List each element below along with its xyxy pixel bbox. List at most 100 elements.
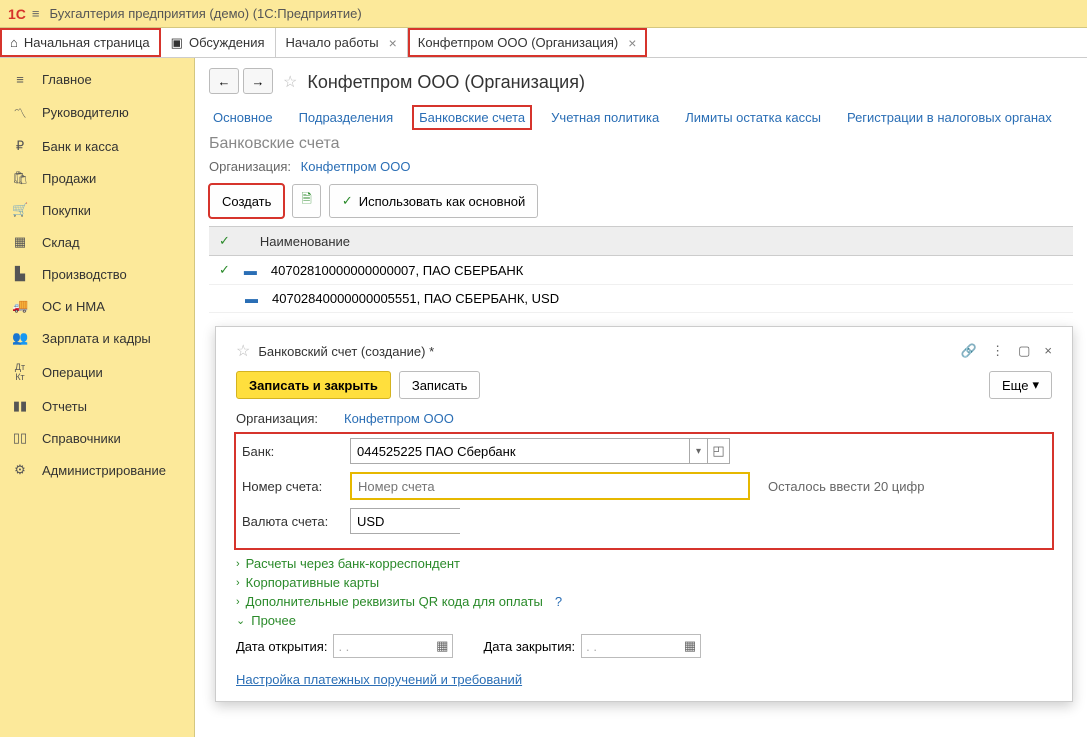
date-open-input[interactable]: . . ▦	[333, 634, 453, 658]
chevron-down-icon[interactable]: ▾	[689, 439, 707, 463]
sidebar-item-warehouse[interactable]: ▦Склад	[0, 226, 194, 258]
dialog-title: Банковский счет (создание) *	[258, 344, 434, 359]
sidebar-item-main[interactable]: ≡Главное	[0, 64, 194, 95]
subtab-tax-reg[interactable]: Регистрации в налоговых органах	[843, 108, 1056, 127]
home-icon: ⌂	[10, 35, 18, 50]
back-button[interactable]: ←	[209, 68, 239, 94]
item-icon: ▬	[245, 291, 258, 306]
tab-start[interactable]: Начало работы ×	[276, 28, 408, 57]
sidebar-label: Справочники	[42, 431, 121, 446]
calendar-icon[interactable]: ▦	[436, 638, 448, 654]
payment-settings-link[interactable]: Настройка платежных поручений и требован…	[236, 672, 522, 687]
sidebar-item-manager[interactable]: 〽Руководителю	[0, 95, 194, 130]
menu-icon: ≡	[12, 72, 28, 87]
app-title: Бухгалтерия предприятия (демо) (1С:Предп…	[50, 6, 362, 21]
bank-label: Банк:	[242, 444, 342, 459]
date-close-input[interactable]: . . ▦	[581, 634, 701, 658]
subtab-policy[interactable]: Учетная политика	[547, 108, 663, 127]
content: ← → ☆ Конфетпром ООО (Организация) Основ…	[195, 58, 1087, 737]
sidebar-label: Покупки	[42, 203, 91, 218]
sidebar-label: Операции	[42, 365, 103, 380]
save-button[interactable]: Записать	[399, 371, 481, 399]
btn-label: Записать и закрыть	[249, 378, 378, 393]
expander-correspondent[interactable]: › Расчеты через банк-корреспондент	[236, 556, 1052, 571]
sidebar-item-bank[interactable]: ₽Банк и касса	[0, 130, 194, 162]
chevron-right-icon: ›	[236, 596, 240, 608]
bars-icon: ▮▮	[12, 398, 28, 414]
org-value[interactable]: Конфетпром ООО	[344, 411, 454, 426]
bank-combo[interactable]: ▾ ◰	[350, 438, 730, 464]
more-icon[interactable]: ⋮	[991, 343, 1004, 359]
btn-label: Еще	[1002, 378, 1028, 393]
tab-label: Конфетпром ООО (Организация)	[418, 35, 619, 50]
row-text: 40702810000000000007, ПАО СБЕРБАНК	[271, 263, 523, 278]
more-button[interactable]: Еще▾	[989, 371, 1052, 399]
expander-cards[interactable]: ›Корпоративные карты	[236, 575, 1052, 590]
tab-discussions[interactable]: ▣ Обсуждения	[161, 28, 276, 57]
date-close-label: Дата закрытия:	[483, 639, 575, 654]
close-icon[interactable]: ×	[389, 35, 397, 51]
star-icon[interactable]: ☆	[236, 341, 250, 361]
table-row[interactable]: ▬ 40702840000000005551, ПАО СБЕРБАНК, US…	[209, 285, 1073, 313]
sidebar-item-production[interactable]: ▙Производство	[0, 258, 194, 290]
table-row[interactable]: ✓ ▬ 40702810000000000007, ПАО СБЕРБАНК	[209, 256, 1073, 285]
save-close-button[interactable]: Записать и закрыть	[236, 371, 391, 399]
calendar-icon[interactable]: ▦	[684, 638, 696, 654]
warehouse-icon: ▦	[12, 234, 28, 250]
sidebar-label: Отчеты	[42, 399, 87, 414]
date-placeholder: . .	[338, 639, 349, 654]
copy-button[interactable]: 🗎	[292, 184, 320, 218]
forward-button[interactable]: →	[243, 68, 273, 94]
sidebar-item-sales[interactable]: 🛍Продажи	[0, 162, 194, 194]
org-label: Организация:	[209, 159, 291, 174]
check-icon: ✓	[342, 193, 353, 209]
bank-input[interactable]	[351, 439, 689, 463]
sidebar-item-purchases[interactable]: 🛒Покупки	[0, 194, 194, 226]
sidebar-item-assets[interactable]: 🚚ОС и НМА	[0, 290, 194, 322]
factory-icon: ▙	[12, 266, 28, 282]
titlebar: 1C ≡ Бухгалтерия предприятия (демо) (1С:…	[0, 0, 1087, 28]
logo-1c: 1C	[8, 6, 26, 22]
create-button[interactable]: Создать	[209, 184, 284, 218]
currency-combo[interactable]	[350, 508, 460, 534]
link-icon[interactable]: 🔗	[961, 343, 977, 359]
table-header[interactable]: ✓ Наименование	[209, 227, 1073, 256]
subtab-main[interactable]: Основное	[209, 108, 277, 127]
tab-label: Начало работы	[286, 35, 379, 50]
account-input[interactable]	[350, 472, 750, 500]
subtab-divisions[interactable]: Подразделения	[295, 108, 398, 127]
sidebar-item-hr[interactable]: 👥Зарплата и кадры	[0, 322, 194, 354]
currency-input[interactable]	[351, 509, 539, 533]
sidebar-item-admin[interactable]: ⚙Администрирование	[0, 454, 194, 486]
account-hint: Осталось ввести 20 цифр	[768, 479, 924, 494]
subtab-bank-accounts[interactable]: Банковские счета	[415, 108, 529, 127]
check-icon: ✓	[219, 262, 230, 278]
org-value[interactable]: Конфетпром ООО	[301, 159, 411, 174]
star-icon[interactable]: ☆	[283, 72, 297, 92]
use-as-main-button[interactable]: ✓Использовать как основной	[329, 184, 538, 218]
close-icon[interactable]: ×	[628, 35, 636, 51]
hamburger-icon[interactable]: ≡	[32, 6, 40, 21]
sidebar-label: Зарплата и кадры	[42, 331, 151, 346]
sidebar-item-operations[interactable]: ДтКтОперации	[0, 354, 194, 390]
page-title: Конфетпром ООО (Организация)	[307, 72, 585, 93]
expand-icon[interactable]: ◰	[707, 439, 729, 463]
sidebar-item-directories[interactable]: ▯▯Справочники	[0, 422, 194, 454]
sidebar-item-reports[interactable]: ▮▮ Отчеты	[0, 390, 194, 422]
tab-org[interactable]: Конфетпром ООО (Организация) ×	[408, 28, 648, 57]
expander-qr[interactable]: ›Дополнительные реквизиты QR кода для оп…	[236, 594, 1052, 609]
help-icon[interactable]: ?	[555, 594, 562, 609]
accounts-table: ✓ Наименование ✓ ▬ 40702810000000000007,…	[209, 226, 1073, 313]
btn-label: Создать	[222, 194, 271, 209]
sidebar-label: Администрирование	[42, 463, 166, 478]
expander-label: Расчеты через банк-корреспондент	[246, 556, 460, 571]
tab-home[interactable]: ⌂ Начальная страница	[0, 28, 161, 57]
expander-other[interactable]: ⌄Прочее	[236, 613, 1052, 628]
maximize-icon[interactable]: ▢	[1018, 343, 1030, 359]
subtab-limits[interactable]: Лимиты остатка кассы	[681, 108, 825, 127]
sidebar: ≡Главное 〽Руководителю ₽Банк и касса 🛍Пр…	[0, 58, 195, 737]
chevron-right-icon: ›	[236, 558, 240, 570]
close-icon[interactable]: ×	[1044, 343, 1052, 359]
tab-label: Обсуждения	[189, 35, 265, 50]
btn-label: Записать	[412, 378, 468, 393]
